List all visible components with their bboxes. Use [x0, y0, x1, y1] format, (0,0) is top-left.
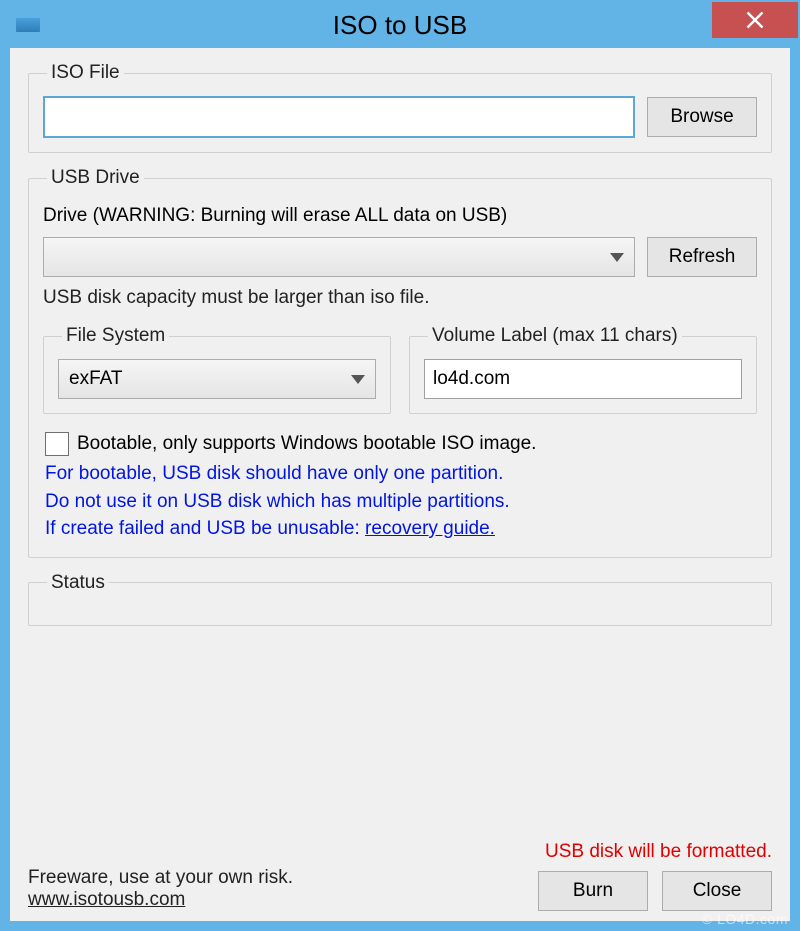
close-icon [746, 11, 764, 29]
app-icon [16, 18, 40, 32]
volume-label-legend: Volume Label (max 11 chars) [428, 325, 682, 347]
filesystem-value: exFAT [69, 368, 343, 390]
burn-button[interactable]: Burn [538, 871, 648, 911]
chevron-down-icon [610, 253, 624, 262]
status-group: Status [28, 572, 772, 626]
client-area: ISO File Browse USB Drive Drive (WARNING… [10, 48, 790, 921]
window-title: ISO to USB [333, 10, 467, 41]
format-warning: USB disk will be formatted. [538, 841, 772, 863]
filesystem-legend: File System [62, 325, 169, 347]
volume-label-input[interactable] [424, 359, 742, 399]
drive-warning-label: Drive (WARNING: Burning will erase ALL d… [43, 205, 757, 227]
app-window: ISO to USB ISO File Browse USB Drive Dri… [0, 0, 800, 931]
drive-select[interactable] [43, 237, 635, 277]
bootable-label: Bootable, only supports Windows bootable… [77, 433, 536, 455]
usb-group: USB Drive Drive (WARNING: Burning will e… [28, 167, 772, 558]
footer: Freeware, use at your own risk. www.isot… [28, 835, 772, 911]
bootable-checkbox[interactable] [45, 432, 69, 456]
status-legend: Status [47, 572, 109, 594]
bootable-tips: For bootable, USB disk should have only … [45, 460, 757, 543]
footer-left: Freeware, use at your own risk. www.isot… [28, 867, 293, 911]
tip-line-1: For bootable, USB disk should have only … [45, 460, 757, 488]
close-window-button[interactable] [712, 2, 798, 38]
chevron-down-icon [351, 375, 365, 384]
iso-path-input[interactable] [43, 96, 635, 138]
iso-legend: ISO File [47, 62, 124, 84]
close-button[interactable]: Close [662, 871, 772, 911]
capacity-note: USB disk capacity must be larger than is… [43, 287, 757, 309]
filesystem-group: File System exFAT [43, 325, 391, 414]
freeware-text: Freeware, use at your own risk. [28, 867, 293, 889]
website-link[interactable]: www.isotousb.com [28, 889, 185, 910]
browse-button[interactable]: Browse [647, 97, 757, 137]
recovery-guide-link[interactable]: recovery guide. [365, 518, 495, 539]
usb-legend: USB Drive [47, 167, 144, 189]
refresh-button[interactable]: Refresh [647, 237, 757, 277]
titlebar: ISO to USB [2, 2, 798, 48]
tip-line-3: If create failed and USB be unusable: re… [45, 515, 757, 543]
filesystem-select[interactable]: exFAT [58, 359, 376, 399]
tip-line-2: Do not use it on USB disk which has mult… [45, 488, 757, 516]
footer-right: USB disk will be formatted. Burn Close [538, 841, 772, 911]
volume-label-group: Volume Label (max 11 chars) [409, 325, 757, 414]
iso-group: ISO File Browse [28, 62, 772, 153]
